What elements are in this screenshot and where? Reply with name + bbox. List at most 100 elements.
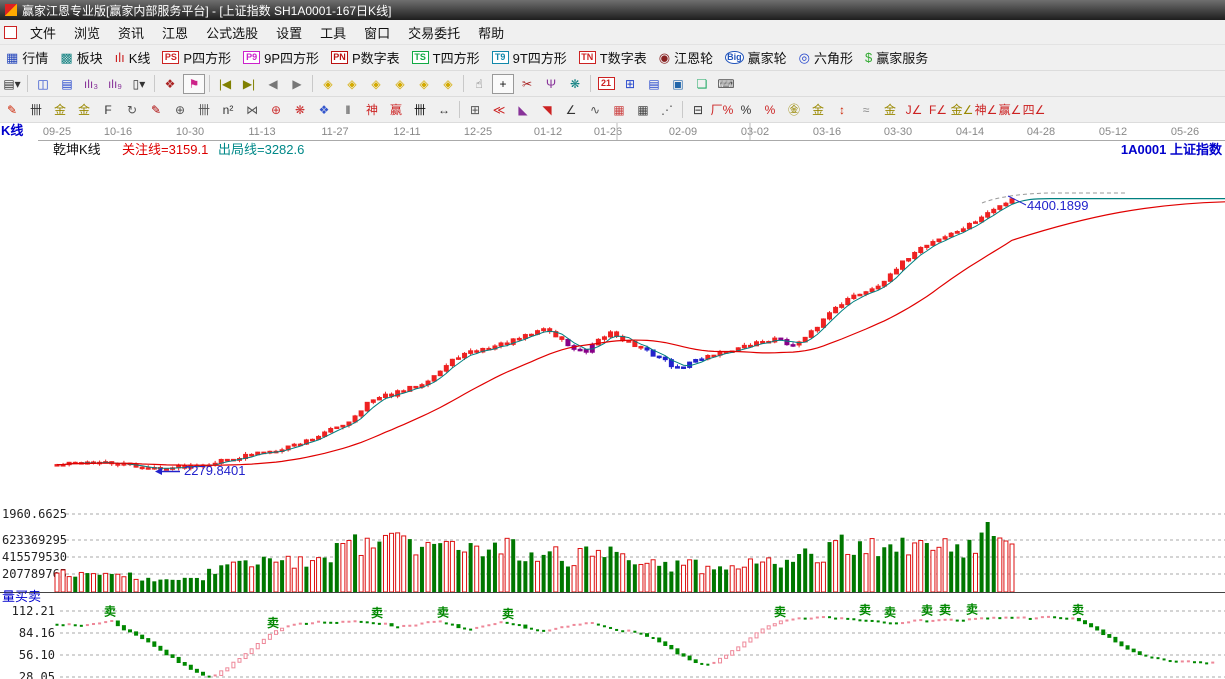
menu-help[interactable]: 帮助 (469, 21, 513, 44)
diamond-out-icon[interactable]: ◈ (413, 74, 435, 94)
draw-brush-icon[interactable]: ✎ (145, 100, 167, 120)
toolbar-t-square-button[interactable]: TST四方形 (406, 47, 486, 68)
hand-tool-icon[interactable]: ☝ (468, 74, 490, 94)
volume-pane[interactable]: 1960.6625623369295415579530207789765 (0, 507, 1225, 593)
title-bar[interactable]: 赢家江恩专业版[赢家内部服务平台] - [上证指数 SH1A0001-167日K… (0, 0, 1225, 20)
plain-comb-icon[interactable]: 卌 (193, 100, 215, 120)
gold-levels-icon[interactable]: 金 (807, 100, 829, 120)
toolbar-kline-button[interactable]: ılıK线 (109, 47, 157, 68)
gold-angle-icon[interactable]: 金∠ (951, 100, 973, 120)
toolbar-winner-service-button[interactable]: $赢家服务 (859, 47, 934, 68)
angle-cut-tool-icon[interactable]: ✂ (516, 74, 538, 94)
draw-pencil-icon[interactable]: ✎ (1, 100, 23, 120)
f-angle-icon[interactable]: F∠ (927, 100, 949, 120)
grid-red-icon[interactable]: ▦ (608, 100, 630, 120)
remote-pc-icon[interactable]: ⌨ (715, 74, 737, 94)
network-icon[interactable]: ◫ (32, 74, 54, 94)
nav-prev-icon[interactable]: ◀ (262, 74, 284, 94)
indicator-pane[interactable]: 量买卖112.2184.1656.1028.05卖卖卖卖卖卖卖卖卖卖卖卖 (2, 589, 1225, 679)
toolbar-gann-wheel-button[interactable]: ◉江恩轮 (653, 47, 719, 68)
gann-teal-tool-icon[interactable]: ❋ (564, 74, 586, 94)
percent-tool-icon[interactable]: % (735, 100, 757, 120)
main-kline-pane[interactable] (55, 193, 1225, 470)
gold-levels-2-icon[interactable]: 金 (879, 100, 901, 120)
menu-gann[interactable]: 江恩 (153, 21, 197, 44)
circled-gold-icon[interactable]: ㊎ (783, 100, 805, 120)
zigzag-tool-icon[interactable]: ∿ (584, 100, 606, 120)
gold-grid-2-icon[interactable]: 金 (73, 100, 95, 120)
spiral-tool-icon[interactable]: ↻ (121, 100, 143, 120)
calculator-icon[interactable]: ⊞ (619, 74, 641, 94)
gann-purple-tool-icon[interactable]: Ψ (540, 74, 562, 94)
ying-grid-icon[interactable]: 赢 (385, 100, 407, 120)
gann-web-red-icon[interactable]: ❋ (289, 100, 311, 120)
minute-3-icon[interactable]: ılı₃ (80, 74, 102, 94)
toolbar-hexagon-button[interactable]: ◎六角形 (793, 47, 859, 68)
circle-grid-icon[interactable]: ⊕ (169, 100, 191, 120)
child-window-icon[interactable] (4, 26, 17, 39)
diamond-in-icon[interactable]: ◈ (389, 74, 411, 94)
diamond-both-icon[interactable]: ◈ (365, 74, 387, 94)
shen-grid-icon[interactable]: 神 (361, 100, 383, 120)
menu-formula-stock-pick[interactable]: 公式选股 (197, 21, 267, 44)
square-frame-icon[interactable]: ⊞ (464, 100, 486, 120)
angle-line-icon[interactable]: ∠ (560, 100, 582, 120)
vertical-measure-icon[interactable]: ↕ (831, 100, 853, 120)
quote-mark-tool-icon[interactable]: ‖ (337, 100, 359, 120)
grid-dark-icon[interactable]: ▦ (632, 100, 654, 120)
dense-grid-icon[interactable]: 卌 (409, 100, 431, 120)
toolbar-p-number-table-button[interactable]: PNP数字表 (325, 47, 406, 68)
toolbar-p-square-button[interactable]: PSP四方形 (156, 47, 237, 68)
chart-area[interactable]: 09-2510-1610-3011-1311-2712-1112-2501-12… (0, 123, 1225, 679)
crosshair-tool-icon[interactable]: + (492, 74, 514, 94)
toolbar-t-number-table-button[interactable]: TNT数字表 (573, 47, 653, 68)
toolbar-9p-square-button[interactable]: P99P四方形 (237, 47, 325, 68)
calendar-icon[interactable]: 21 (595, 74, 617, 94)
target-tool-icon[interactable]: ⊕ (265, 100, 287, 120)
width-measure-icon[interactable]: ↔ (433, 100, 455, 120)
ying-angle-icon[interactable]: 赢∠ (999, 100, 1021, 120)
menu-window[interactable]: 窗口 (355, 21, 399, 44)
period-dropdown-icon[interactable]: ▤▾ (1, 74, 23, 94)
menu-news[interactable]: 资讯 (109, 21, 153, 44)
grid-comb-icon[interactable]: 卌 (25, 100, 47, 120)
minute-9-icon[interactable]: ılı₉ (104, 74, 126, 94)
info-list-icon[interactable]: ▤ (56, 74, 78, 94)
n-square-tool-icon[interactable]: n² (217, 100, 239, 120)
gold-grid-1-icon[interactable]: 金 (49, 100, 71, 120)
diamond-right-icon[interactable]: ◈ (341, 74, 363, 94)
nav-first-icon[interactable]: |◀ (214, 74, 236, 94)
si-angle-icon[interactable]: 四∠ (1023, 100, 1045, 120)
fib-grid-icon[interactable]: F (97, 100, 119, 120)
menu-settings[interactable]: 设置 (267, 21, 311, 44)
menu-browse[interactable]: 浏览 (65, 21, 109, 44)
chart-svg[interactable]: 09-2510-1610-3011-1311-2712-1112-2501-12… (0, 123, 1225, 679)
diamond-left-icon[interactable]: ◈ (317, 74, 339, 94)
toolbar-sectors-button[interactable]: ▩板块 (54, 47, 108, 68)
j-angle-icon[interactable]: J∠ (903, 100, 925, 120)
diamond-cross-icon[interactable]: ◈ (437, 74, 459, 94)
notes-icon[interactable]: ▤ (643, 74, 665, 94)
nav-next-icon[interactable]: ▶ (286, 74, 308, 94)
menu-trade-order[interactable]: 交易委托 (399, 21, 469, 44)
diag-lines-icon[interactable]: ⋰ (656, 100, 678, 120)
toolbar-9t-square-button[interactable]: T99T四方形 (486, 47, 573, 68)
toolbar-quotes-button[interactable]: ▦行情 (0, 47, 54, 68)
fan-box-red-icon[interactable]: ◥ (536, 100, 558, 120)
save-icon[interactable]: ▣ (667, 74, 689, 94)
fan-box-purple-icon[interactable]: ◣ (512, 100, 534, 120)
percent-levels-icon[interactable]: % (759, 100, 781, 120)
wave-tool-icon[interactable]: ≈ (855, 100, 877, 120)
shen-angle-icon[interactable]: 神∠ (975, 100, 997, 120)
percent-zone-icon[interactable]: 厂% (711, 100, 733, 120)
candle-period-icon[interactable]: ▯▾ (128, 74, 150, 94)
price-levels-icon[interactable]: ⊟ (687, 100, 709, 120)
mirror-angle-icon[interactable]: ⋈ (241, 100, 263, 120)
gann-web-blue-icon[interactable]: ❖ (313, 100, 335, 120)
menu-tools[interactable]: 工具 (311, 21, 355, 44)
color-flag-icon[interactable]: ⚑ (183, 74, 205, 94)
fan-lines-red-icon[interactable]: ≪ (488, 100, 510, 120)
qiankun-pattern-icon[interactable]: ❖ (159, 74, 181, 94)
toolbar-winner-wheel-button[interactable]: Big赢家轮 (719, 47, 793, 68)
menu-file[interactable]: 文件 (21, 21, 65, 44)
